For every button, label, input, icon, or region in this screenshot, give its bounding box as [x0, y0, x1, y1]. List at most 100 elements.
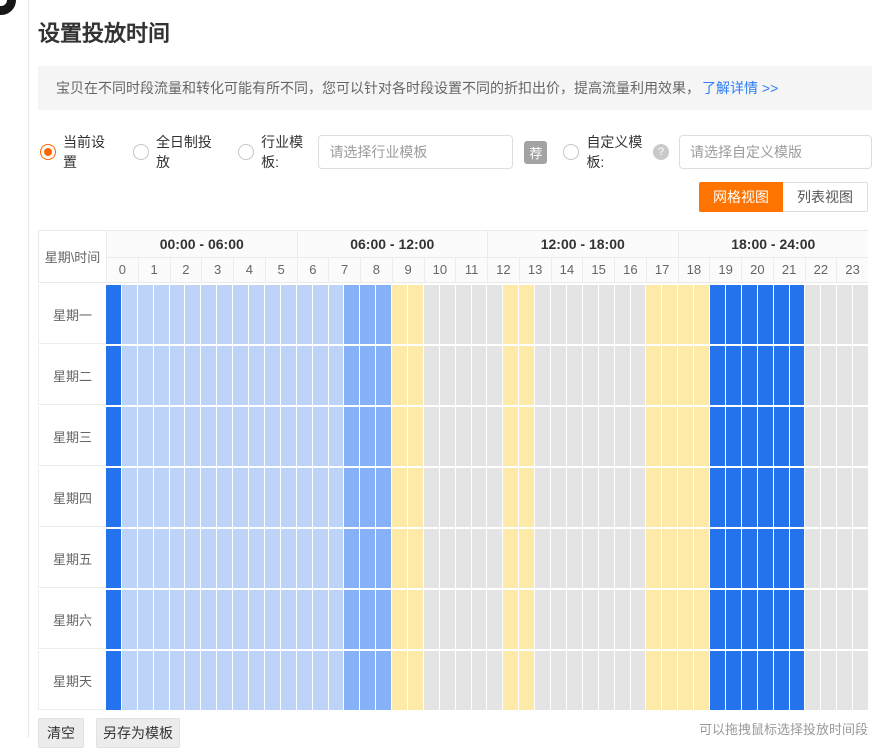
time-slot-cell[interactable] [758, 407, 773, 466]
time-slot-cell[interactable] [583, 651, 598, 710]
time-slot-cell[interactable] [249, 651, 264, 710]
time-slot-cell[interactable] [710, 407, 725, 466]
time-slot-cell[interactable] [551, 651, 566, 710]
time-slot-cell[interactable] [185, 529, 200, 588]
time-slot-cell[interactable] [631, 590, 646, 649]
time-slot-cell[interactable] [297, 468, 312, 527]
time-slot-cell[interactable] [265, 529, 280, 588]
time-slot-cell[interactable] [646, 529, 661, 588]
time-slot-cell[interactable] [742, 468, 757, 527]
time-slot-cell[interactable] [662, 346, 677, 405]
time-slot-cell[interactable] [631, 346, 646, 405]
time-slot-cell[interactable] [313, 590, 328, 649]
time-slot-cell[interactable] [774, 407, 789, 466]
time-slot-cell[interactable] [646, 285, 661, 344]
time-slot-cell[interactable] [472, 529, 487, 588]
time-slot-cell[interactable] [646, 590, 661, 649]
time-slot-cell[interactable] [424, 529, 439, 588]
time-slot-cell[interactable] [662, 285, 677, 344]
time-slot-cell[interactable] [599, 285, 614, 344]
time-slot-cell[interactable] [424, 590, 439, 649]
time-slot-cell[interactable] [217, 407, 232, 466]
time-slot-cell[interactable] [583, 285, 598, 344]
time-slot-cell[interactable] [329, 407, 344, 466]
time-slot-cell[interactable] [154, 590, 169, 649]
time-slot-cell[interactable] [853, 651, 868, 710]
time-slot-cell[interactable] [599, 529, 614, 588]
time-slot-cell[interactable] [646, 407, 661, 466]
time-slot-cell[interactable] [774, 529, 789, 588]
time-slot-cell[interactable] [185, 651, 200, 710]
time-slot-cell[interactable] [122, 651, 137, 710]
time-slot-cell[interactable] [790, 651, 805, 710]
time-slot-cell[interactable] [710, 468, 725, 527]
time-slot-cell[interactable] [487, 651, 502, 710]
time-slot-cell[interactable] [615, 651, 630, 710]
time-slot-cell[interactable] [551, 590, 566, 649]
time-slot-cell[interactable] [535, 590, 550, 649]
time-slot-cell[interactable] [392, 407, 407, 466]
time-slot-cell[interactable] [599, 468, 614, 527]
time-slot-cell[interactable] [758, 285, 773, 344]
time-slot-cell[interactable] [503, 468, 518, 527]
time-slot-cell[interactable] [567, 285, 582, 344]
time-slot-cell[interactable] [837, 590, 852, 649]
time-slot-cell[interactable] [583, 529, 598, 588]
time-slot-cell[interactable] [805, 346, 820, 405]
time-slot-cell[interactable] [249, 590, 264, 649]
time-slot-cell[interactable] [519, 590, 534, 649]
custom-template-input[interactable] [679, 135, 872, 169]
time-slot-cell[interactable] [329, 590, 344, 649]
time-slot-cell[interactable] [138, 651, 153, 710]
time-slot-cell[interactable] [519, 285, 534, 344]
time-slot-cell[interactable] [297, 285, 312, 344]
time-slot-cell[interactable] [249, 346, 264, 405]
time-slot-cell[interactable] [376, 529, 391, 588]
time-slot-cell[interactable] [837, 651, 852, 710]
time-slot-cell[interactable] [567, 651, 582, 710]
time-slot-cell[interactable] [535, 346, 550, 405]
time-slot-cell[interactable] [297, 407, 312, 466]
time-slot-cell[interactable] [217, 468, 232, 527]
time-slot-cell[interactable] [535, 529, 550, 588]
time-slot-cell[interactable] [790, 590, 805, 649]
time-slot-cell[interactable] [615, 346, 630, 405]
time-slot-cell[interactable] [662, 468, 677, 527]
time-slot-cell[interactable] [392, 346, 407, 405]
time-slot-cell[interactable] [790, 529, 805, 588]
time-slot-cell[interactable] [853, 590, 868, 649]
time-slot-cell[interactable] [376, 285, 391, 344]
time-slot-cell[interactable] [106, 346, 121, 405]
time-slot-cell[interactable] [631, 651, 646, 710]
time-slot-cell[interactable] [201, 651, 216, 710]
time-slot-cell[interactable] [694, 468, 709, 527]
time-slot-cell[interactable] [217, 590, 232, 649]
time-slot-cell[interactable] [170, 346, 185, 405]
time-slot-cell[interactable] [631, 468, 646, 527]
time-slot-cell[interactable] [313, 651, 328, 710]
time-slot-cell[interactable] [758, 651, 773, 710]
time-slot-cell[interactable] [678, 468, 693, 527]
time-slot-cell[interactable] [170, 407, 185, 466]
time-slot-cell[interactable] [726, 651, 741, 710]
time-slot-cell[interactable] [440, 407, 455, 466]
time-slot-cell[interactable] [694, 590, 709, 649]
time-slot-cell[interactable] [758, 468, 773, 527]
time-slot-cell[interactable] [472, 651, 487, 710]
time-slot-cell[interactable] [456, 346, 471, 405]
time-slot-cell[interactable] [599, 651, 614, 710]
time-slot-cell[interactable] [583, 468, 598, 527]
time-slot-cell[interactable] [281, 285, 296, 344]
time-slot-cell[interactable] [408, 285, 423, 344]
time-slot-cell[interactable] [678, 285, 693, 344]
time-slot-cell[interactable] [853, 529, 868, 588]
time-slot-cell[interactable] [805, 529, 820, 588]
time-slot-cell[interactable] [837, 346, 852, 405]
time-slot-cell[interactable] [472, 346, 487, 405]
time-slot-cell[interactable] [646, 651, 661, 710]
time-slot-cell[interactable] [615, 407, 630, 466]
time-slot-cell[interactable] [599, 407, 614, 466]
radio-unselected-icon[interactable] [133, 144, 149, 160]
time-slot-cell[interactable] [678, 346, 693, 405]
time-slot-cell[interactable] [122, 346, 137, 405]
